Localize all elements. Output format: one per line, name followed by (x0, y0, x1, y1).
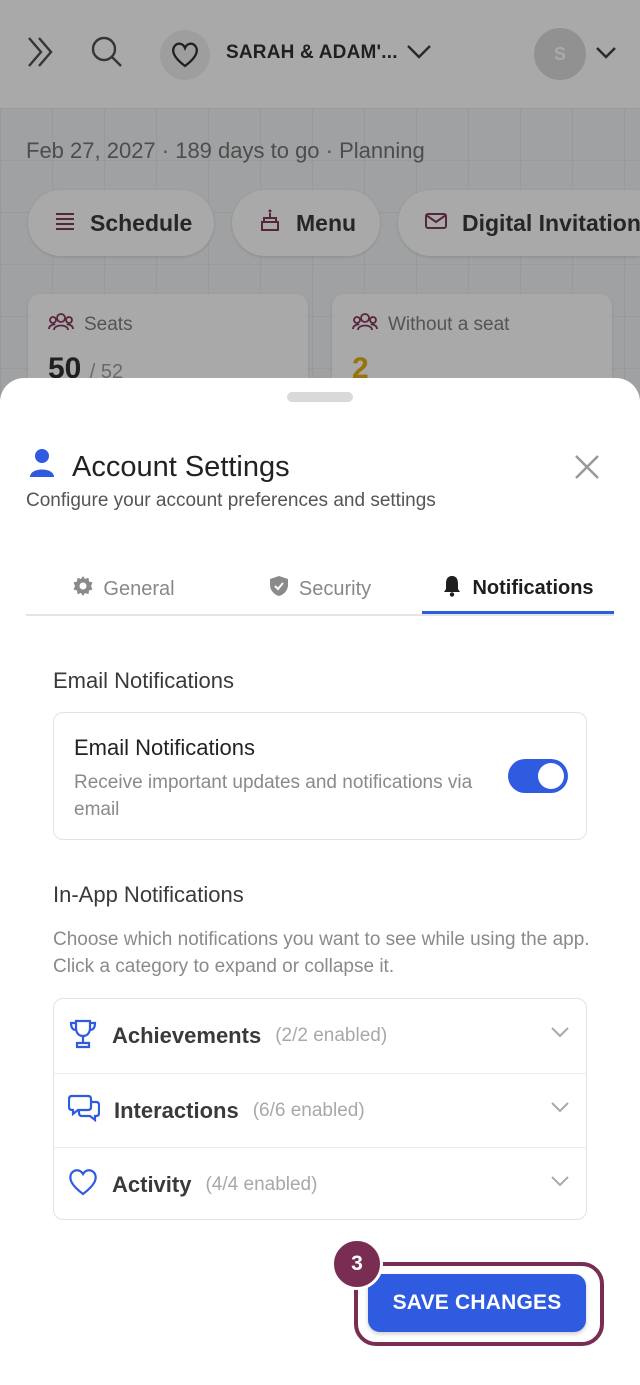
tab-notifications-label: Notifications (472, 577, 594, 599)
tab-notifications[interactable]: Notifications (422, 566, 614, 614)
inapp-section-heading: In-App Notifications (53, 882, 244, 907)
drag-handle[interactable] (287, 392, 353, 402)
category-count: (4/4 enabled) (205, 1173, 318, 1195)
category-activity[interactable]: Activity (4/4 enabled) (54, 1147, 586, 1221)
category-count: (6/6 enabled) (252, 1099, 365, 1121)
notification-categories: Achievements (2/2 enabled) Interactions … (53, 998, 587, 1220)
tab-general[interactable]: General (26, 566, 222, 612)
heart-icon (68, 1168, 98, 1201)
tab-security[interactable]: Security (222, 566, 418, 612)
category-interactions[interactable]: Interactions (6/6 enabled) (54, 1073, 586, 1147)
chevron-down-icon (550, 1025, 570, 1043)
tab-security-label: Security (298, 577, 372, 600)
page-subtitle: Configure your account preferences and s… (26, 490, 436, 511)
tab-general-label: General (103, 577, 175, 600)
chevron-down-icon (550, 1174, 570, 1192)
trophy-icon (68, 1018, 98, 1055)
email-notifications-title: Email Notifications (74, 735, 255, 760)
chat-bubbles-icon (67, 1093, 101, 1128)
settings-tabs: General Security Notifications (26, 566, 614, 616)
close-icon[interactable] (570, 450, 604, 484)
gear-icon (73, 576, 93, 602)
user-icon (28, 448, 56, 486)
category-count: (2/2 enabled) (275, 1025, 388, 1046)
category-achievements[interactable]: Achievements (2/2 enabled) (54, 999, 586, 1073)
page-title: Account Settings (72, 450, 290, 483)
email-notifications-toggle[interactable] (508, 759, 568, 793)
category-name: Achievements (112, 1023, 262, 1048)
email-notifications-card: Email Notifications Receive important up… (53, 712, 587, 840)
toggle-knob (538, 763, 564, 789)
email-notifications-description: Receive important updates and notificati… (74, 772, 473, 820)
sheet-header: Account Settings (28, 448, 290, 486)
save-changes-button[interactable]: SAVE CHANGES (368, 1274, 586, 1332)
step-badge: 3 (331, 1238, 383, 1290)
category-name: Activity (112, 1171, 192, 1197)
shield-icon (269, 575, 289, 603)
email-section-heading: Email Notifications (53, 668, 234, 693)
bell-icon (442, 575, 462, 603)
category-name: Interactions (114, 1097, 239, 1123)
chevron-down-icon (550, 1100, 570, 1118)
account-settings-sheet: Account Settings Configure your account … (0, 378, 640, 1385)
inapp-description: Choose which notifications you want to s… (53, 929, 590, 977)
